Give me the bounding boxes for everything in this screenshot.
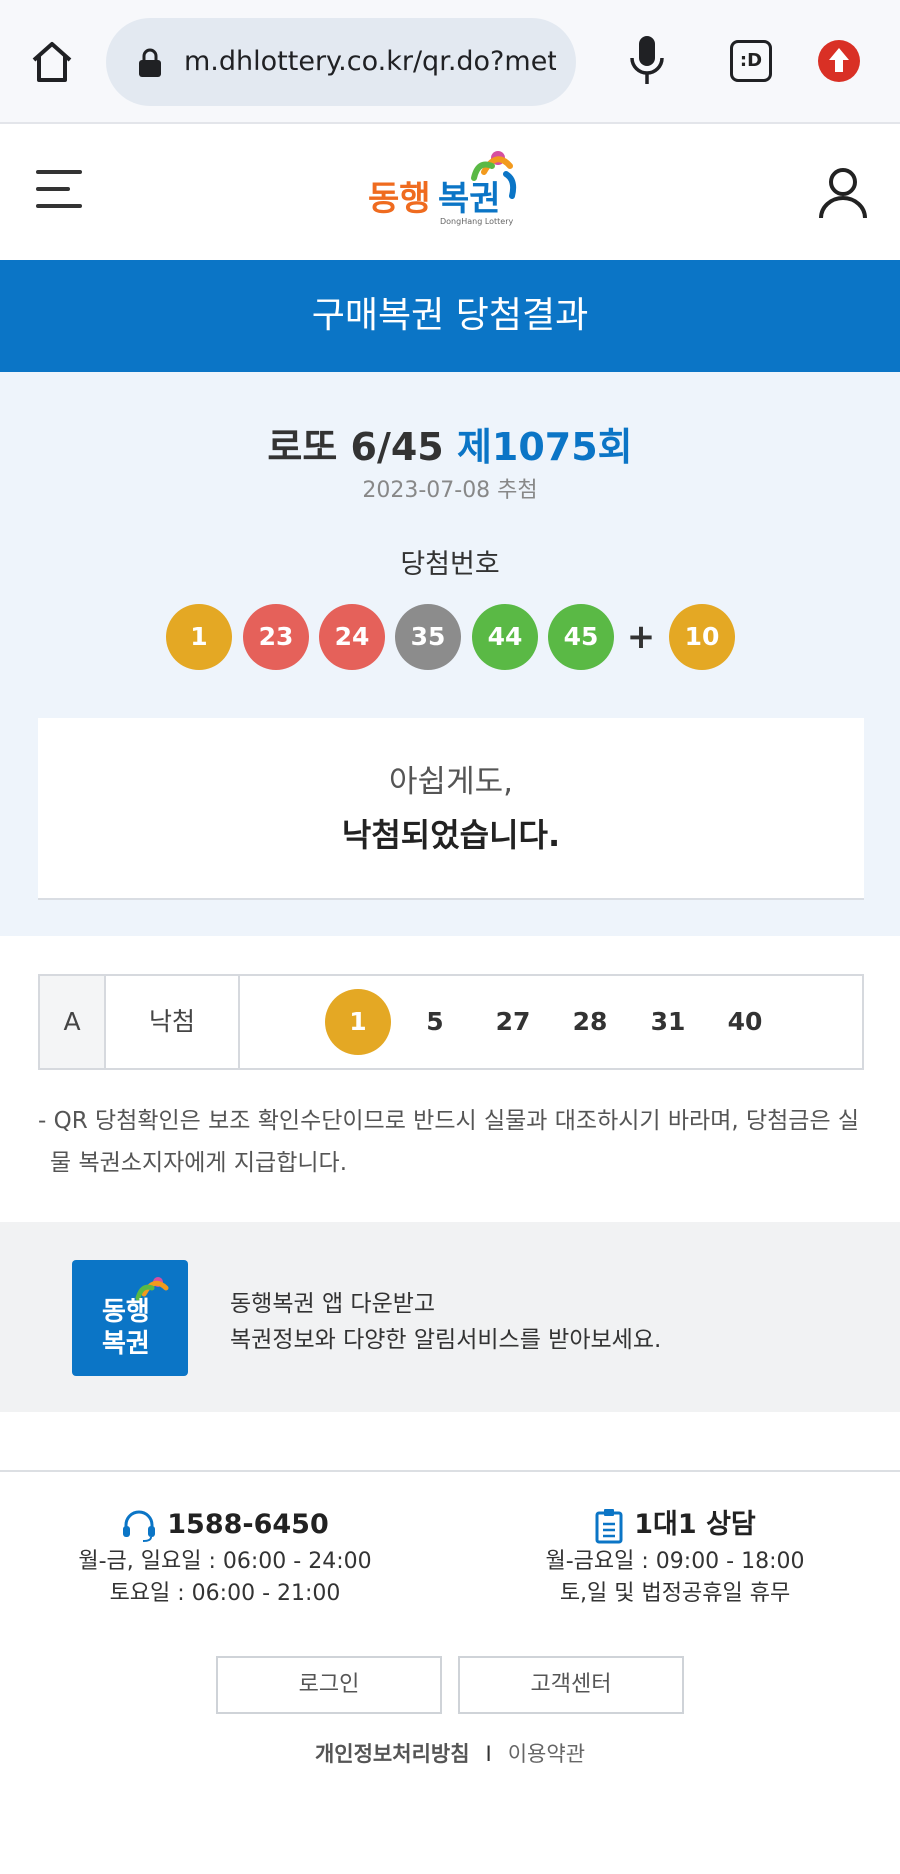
svg-text:동행: 동행: [102, 1297, 150, 1327]
tab-switcher-icon[interactable]: :D: [730, 40, 772, 82]
consult-hours-holiday: 토,일 및 법정공휴일 휴무: [559, 1581, 791, 1606]
svg-text:복권: 복권: [438, 179, 501, 219]
mic-icon[interactable]: [628, 34, 666, 86]
winning-ball: 23: [243, 604, 309, 670]
app-icon[interactable]: 동행 복권: [72, 1260, 188, 1376]
draw-result-section: 로또 6/45 제1075회 2023-07-08 추첨 당첨번호 1 23 2…: [0, 372, 900, 936]
ticket-number: 5: [426, 1007, 444, 1036]
ticket-game-letter: A: [40, 976, 106, 1068]
ticket-number: 27: [495, 1007, 531, 1036]
footer-links: 개인정보처리방침 I 이용약관: [0, 1738, 900, 1768]
consult-label[interactable]: 1대1 상담: [634, 1509, 756, 1540]
app-download-banner[interactable]: 동행 복권 동행복권 앱 다운받고 복권정보와 다양한 알림서비스를 받아보세요…: [0, 1222, 900, 1412]
clipboard-icon: [595, 1508, 623, 1543]
ticket-number: 40: [727, 1007, 763, 1036]
result-message-card: 아쉽게도, 낙첨되었습니다.: [38, 718, 864, 900]
url-text: m.dhlottery.co.kr/qr.do?method=winQr: [184, 46, 556, 77]
update-icon[interactable]: [816, 38, 862, 84]
page-title-banner: 구매복권 당첨결과: [0, 260, 900, 372]
draw-round: 제1075회: [456, 425, 633, 469]
login-button[interactable]: 로그인: [216, 1656, 442, 1714]
app-banner-line2: 복권정보와 다양한 알림서비스를 받아보세요.: [230, 1327, 662, 1353]
winning-ball: 35: [395, 604, 461, 670]
browser-toolbar: m.dhlottery.co.kr/qr.do?method=winQr :D: [0, 0, 900, 124]
ticket-row: A 낙첨 1 5 27 28 31 40: [38, 974, 864, 1070]
app-banner-line1: 동행복권 앱 다운받고: [230, 1291, 436, 1317]
game-name: 로또 6/45: [267, 425, 444, 469]
phone-hours-saturday: 토요일 : 06:00 - 21:00: [109, 1581, 341, 1606]
privacy-policy-link[interactable]: 개인정보처리방침: [315, 1742, 470, 1766]
winning-ball: 1: [166, 604, 232, 670]
draw-title: 로또 6/45 제1075회: [0, 416, 900, 471]
draw-date: 2023-07-08 추첨: [362, 478, 538, 503]
winning-ball: 45: [548, 604, 614, 670]
site-header: 동행 복권 DongHang Lottery: [0, 126, 900, 260]
consult-contact: 1대1 상담 월-금요일 : 09:00 - 18:00 토,일 및 법정공휴일…: [450, 1504, 900, 1610]
donghang-lottery-logo[interactable]: 동행 복권 DongHang Lottery: [366, 146, 536, 238]
app-icon-graphic: 동행 복권: [102, 1277, 169, 1359]
qr-notice: - QR 당첨확인은 보조 확인수단이므로 반드시 실물과 대조하시기 바라며,…: [38, 1108, 860, 1176]
bonus-plus-sign: +: [626, 617, 656, 657]
home-icon[interactable]: [28, 38, 76, 86]
winning-numbers: 1 23 24 35 44 45 + 10: [0, 604, 900, 670]
svg-text:복권: 복권: [102, 1329, 150, 1359]
footer-divider: [0, 1470, 900, 1472]
result-message-intro: 아쉽게도,: [389, 764, 513, 800]
customer-center-button[interactable]: 고객센터: [458, 1656, 684, 1714]
svg-text:동행: 동행: [368, 179, 431, 219]
hamburger-menu-icon[interactable]: [36, 170, 82, 210]
terms-link[interactable]: 이용약관: [508, 1742, 585, 1766]
user-icon[interactable]: [818, 166, 868, 220]
winning-numbers-label: 당첨번호: [400, 549, 500, 580]
phone-contact: 1588-6450 월-금, 일요일 : 06:00 - 24:00 토요일 :…: [0, 1504, 450, 1610]
phone-number[interactable]: 1588-6450: [167, 1509, 329, 1540]
footer-link-separator: I: [485, 1742, 492, 1766]
svg-text:DongHang Lottery: DongHang Lottery: [440, 217, 514, 226]
ticket-number: 31: [650, 1007, 686, 1036]
ticket-number-matched: 1: [325, 989, 391, 1055]
winning-ball: 44: [472, 604, 538, 670]
phone-hours-weekday: 월-금, 일요일 : 06:00 - 24:00: [78, 1549, 372, 1574]
consult-hours-weekday: 월-금요일 : 09:00 - 18:00: [545, 1549, 805, 1574]
ticket-number: 28: [572, 1007, 608, 1036]
headset-icon: [123, 1510, 156, 1542]
winning-ball: 24: [319, 604, 385, 670]
bonus-ball: 10: [669, 604, 735, 670]
page-title: 구매복권 당첨결과: [311, 295, 589, 336]
ticket-status: 낙첨: [106, 976, 240, 1068]
address-bar[interactable]: m.dhlottery.co.kr/qr.do?method=winQr: [106, 18, 576, 106]
result-message-status: 낙첨되었습니다.: [341, 816, 561, 854]
lock-icon: [139, 48, 161, 77]
